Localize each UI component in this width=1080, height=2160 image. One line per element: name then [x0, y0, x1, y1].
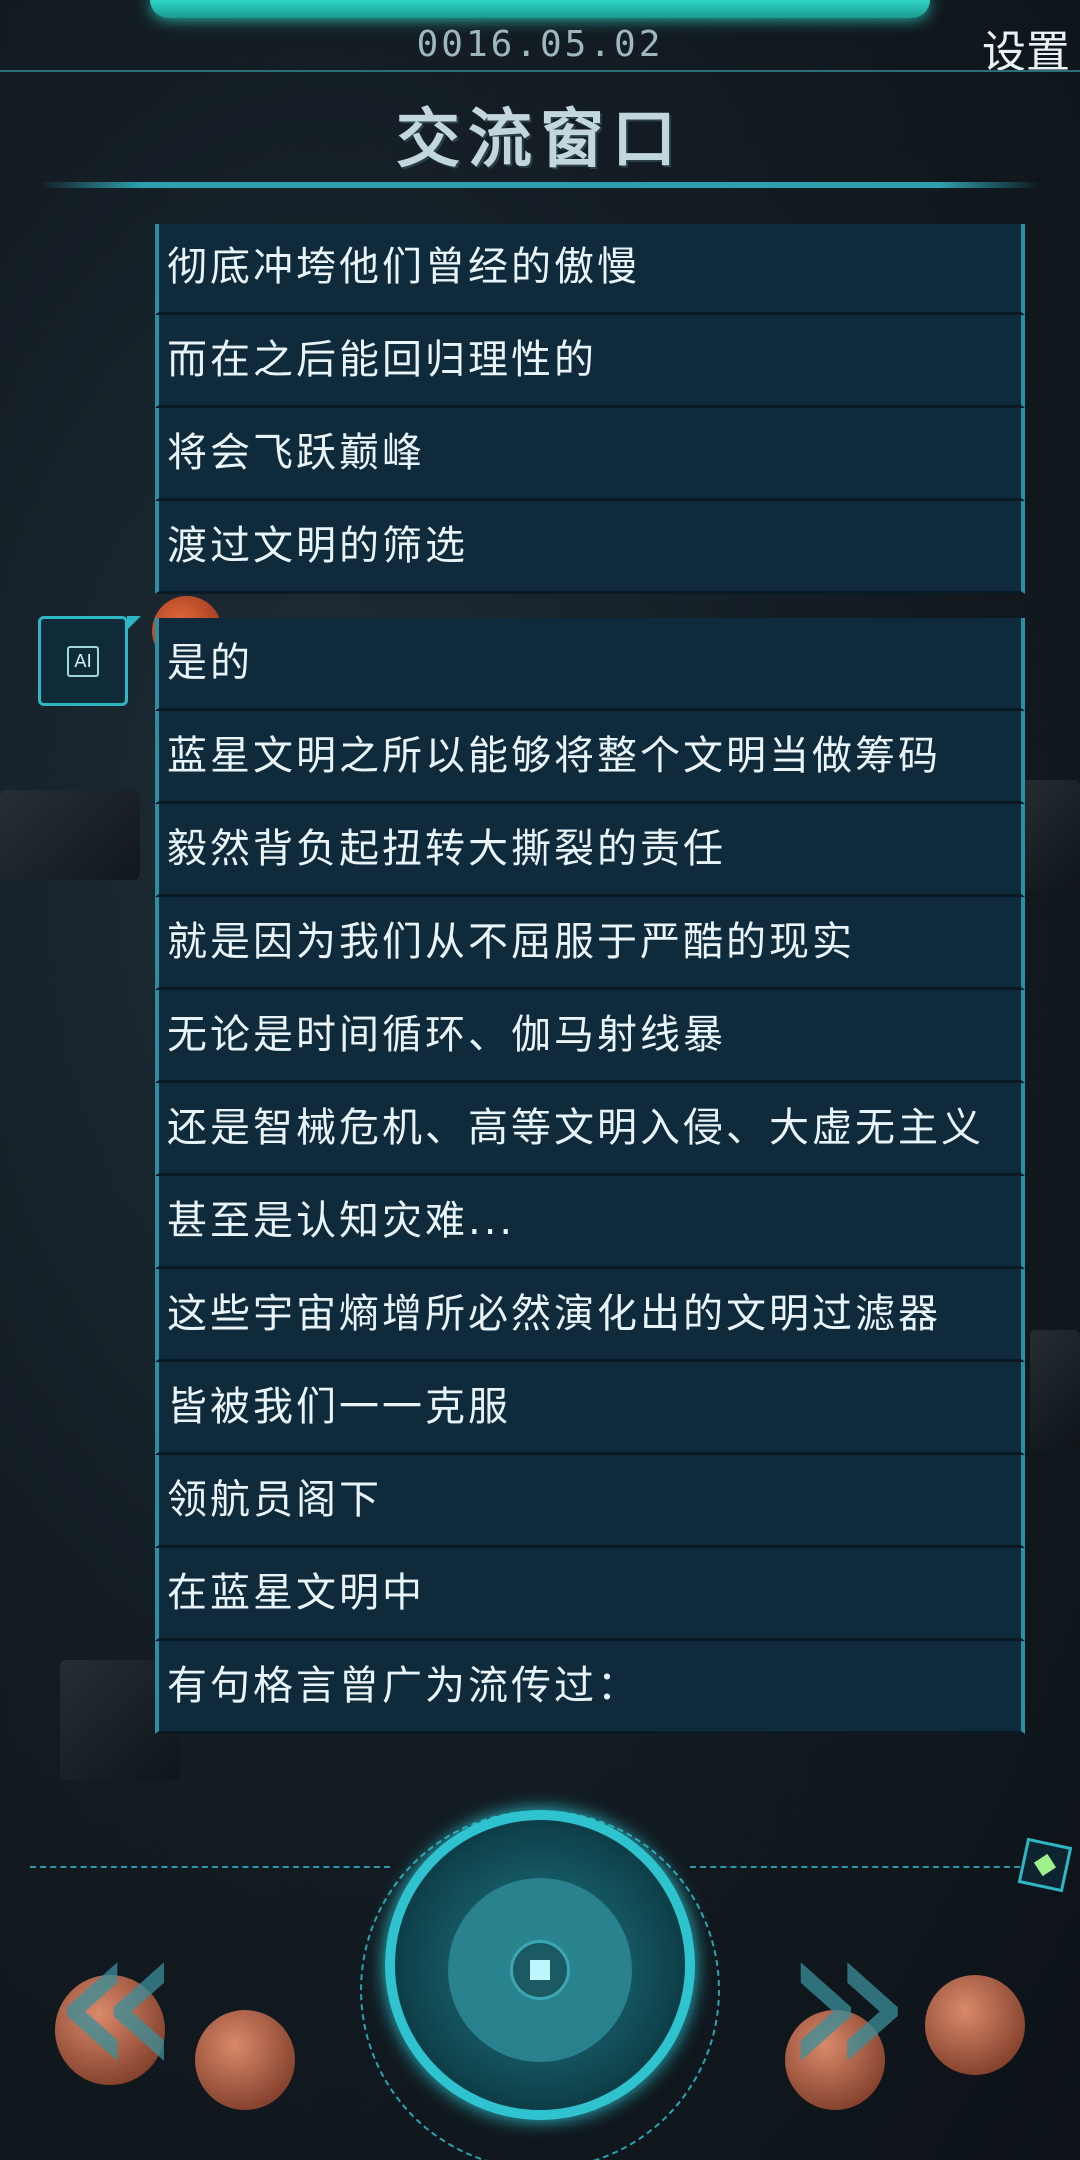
chat-message: 将会飞跃巅峰	[155, 408, 1025, 501]
background-ship	[1020, 780, 1080, 890]
chat-message: 彻底冲垮他们曾经的傲慢	[155, 224, 1025, 315]
chat-message: 在蓝星文明中	[155, 1548, 1025, 1641]
chat-message: 而在之后能回归理性的	[155, 315, 1025, 408]
background-ship	[1030, 1330, 1080, 1450]
ai-avatar-label: AI	[67, 645, 99, 677]
chat-message: 皆被我们一一克服	[155, 1362, 1025, 1455]
title-underline	[40, 182, 1040, 188]
chat-message: 甚至是认知灾难...	[155, 1176, 1025, 1269]
top-glow-bar	[150, 0, 930, 18]
stop-square-icon[interactable]	[510, 1940, 570, 2000]
chat-message: 有句格言曾广为流传过：	[155, 1641, 1025, 1734]
background-ship	[0, 790, 140, 880]
chat-message: 是的	[155, 618, 1025, 711]
divider-dashed-left	[30, 1866, 390, 1868]
message-group-previous: 彻底冲垮他们曾经的傲慢 而在之后能回归理性的 将会飞跃巅峰 渡过文明的筛选	[155, 224, 1025, 594]
chat-message: 渡过文明的筛选	[155, 501, 1025, 594]
game-date: 0016.05.02	[416, 24, 664, 65]
ai-avatar-chip-icon: AI	[38, 616, 141, 706]
double-chevron-right-icon[interactable]: »	[780, 1890, 1040, 2110]
diamond-indicator-icon[interactable]	[1017, 1837, 1073, 1893]
double-chevron-left-icon[interactable]: «	[50, 1890, 300, 2110]
chat-message: 蓝星文明之所以能够将整个文明当做筹码	[155, 711, 1025, 804]
chat-message: 就是因为我们从不屈服于严酷的现实	[155, 897, 1025, 990]
chat-message: 毅然背负起扭转大撕裂的责任	[155, 804, 1025, 897]
chat-message: 领航员阁下	[155, 1455, 1025, 1548]
chat-message: 无论是时间循环、伽马射线暴	[155, 990, 1025, 1083]
divider-dashed-right	[690, 1866, 1020, 1868]
chat-message: 还是智械危机、高等文明入侵、大虚无主义	[155, 1083, 1025, 1176]
message-group-ai: 是的 蓝星文明之所以能够将整个文明当做筹码 毅然背负起扭转大撕裂的责任 就是因为…	[155, 618, 1025, 1734]
header-divider	[0, 70, 1080, 72]
page-title: 交流窗口	[396, 103, 684, 177]
chat-message: 这些宇宙熵增所必然演化出的文明过滤器	[155, 1269, 1025, 1362]
chat-log[interactable]: 彻底冲垮他们曾经的傲慢 而在之后能回归理性的 将会飞跃巅峰 渡过文明的筛选 是的…	[155, 224, 1025, 1800]
